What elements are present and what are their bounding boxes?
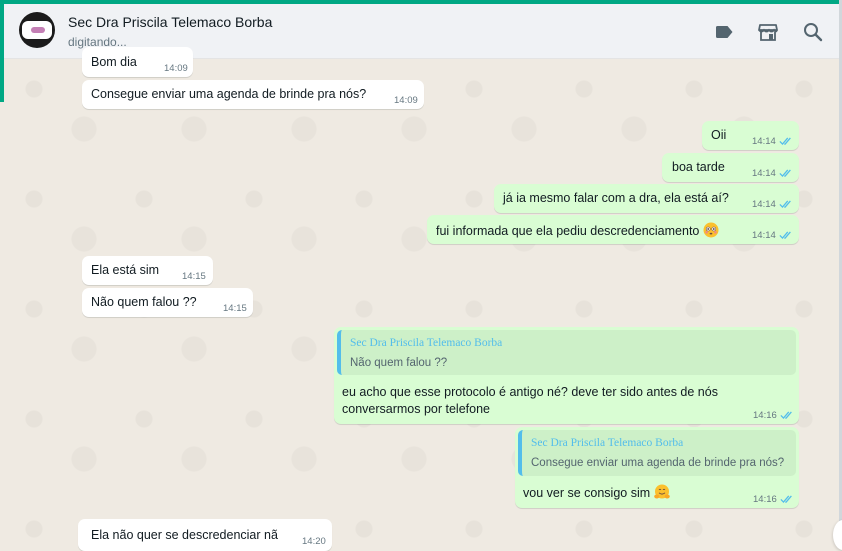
message-incoming[interactable]: Consegue enviar uma agenda de brinde pra… xyxy=(82,80,424,109)
contact-name[interactable]: Sec Dra Priscila Telemaco Borba xyxy=(68,14,272,30)
message-time: 14:14 xyxy=(752,136,776,147)
message-incoming[interactable]: Não quem falou ?? 14:15 xyxy=(82,288,253,317)
message-outgoing-reply[interactable]: Sec Dra Priscila Telemaco Borba Consegue… xyxy=(515,427,799,508)
quoted-message[interactable]: Sec Dra Priscila Telemaco Borba Não quem… xyxy=(337,330,796,375)
message-text: fui informada que ela pediu descredencia… xyxy=(436,222,719,238)
store-icon[interactable] xyxy=(756,20,780,44)
message-incoming[interactable]: Ela não quer se descredenciar nã 14:20 xyxy=(78,519,332,551)
message-text-line: conversarmos por telefone xyxy=(342,402,490,416)
message-time: 14:09 xyxy=(394,95,418,106)
message-text: vou ver se consigo sim xyxy=(523,484,670,500)
message-text: já ia mesmo falar com a dra, ela está aí… xyxy=(503,191,729,205)
hugging-face-icon xyxy=(654,484,670,499)
read-receipt-icon xyxy=(780,411,792,420)
quote-text: Consegue enviar uma agenda de brinde pra… xyxy=(531,457,785,469)
message-time: 14:20 xyxy=(302,536,326,547)
quote-author: Sec Dra Priscila Telemaco Borba xyxy=(350,337,503,349)
quote-text: Não quem falou ?? xyxy=(350,357,448,369)
message-outgoing[interactable]: boa tarde 14:14 xyxy=(662,153,799,182)
message-time: 14:14 xyxy=(752,168,776,179)
search-icon[interactable] xyxy=(801,20,825,44)
read-receipt-icon xyxy=(780,495,792,504)
message-outgoing[interactable]: Oii 14:14 xyxy=(702,121,799,150)
message-text: Ela está sim xyxy=(91,263,160,277)
message-text-line: eu acho que esse protocolo é antigo né? … xyxy=(342,385,718,399)
message-text: Não quem falou ?? xyxy=(91,295,197,309)
message-text: Bom dia xyxy=(91,55,137,69)
message-outgoing[interactable]: fui informada que ela pediu descredencia… xyxy=(427,215,799,244)
message-outgoing[interactable]: já ia mesmo falar com a dra, ela está aí… xyxy=(494,184,799,213)
message-incoming[interactable]: Ela está sim 14:15 xyxy=(82,256,213,285)
message-time: 14:14 xyxy=(752,199,776,210)
quote-author: Sec Dra Priscila Telemaco Borba xyxy=(531,437,684,449)
message-time: 14:14 xyxy=(752,230,776,241)
message-time: 14:09 xyxy=(164,63,188,74)
flushed-face-icon xyxy=(703,222,719,238)
message-time: 14:15 xyxy=(182,271,206,282)
quoted-message[interactable]: Sec Dra Priscila Telemaco Borba Consegue… xyxy=(518,430,796,476)
read-receipt-icon xyxy=(779,169,791,178)
label-icon[interactable] xyxy=(712,20,736,44)
read-receipt-icon xyxy=(779,137,791,146)
read-receipt-icon xyxy=(779,200,791,209)
avatar[interactable] xyxy=(19,12,55,48)
message-text: boa tarde xyxy=(672,160,725,174)
message-time: 14:16 xyxy=(753,494,777,505)
message-outgoing-reply[interactable]: Sec Dra Priscila Telemaco Borba Não quem… xyxy=(334,327,799,424)
message-text-content: vou ver se consigo sim xyxy=(523,486,651,500)
message-time: 14:16 xyxy=(753,410,777,421)
message-text: Oii xyxy=(711,128,727,142)
message-list[interactable]: Bom dia 14:09 Consegue enviar uma agenda… xyxy=(4,47,839,551)
message-time: 14:15 xyxy=(223,303,247,314)
message-text-content: fui informada que ela pediu descredencia… xyxy=(436,224,700,238)
read-receipt-icon xyxy=(779,231,791,240)
message-incoming[interactable]: Bom dia 14:09 xyxy=(82,47,193,77)
message-text: Consegue enviar uma agenda de brinde pra… xyxy=(91,87,367,101)
message-text: Ela não quer se descredenciar nã xyxy=(91,528,278,542)
